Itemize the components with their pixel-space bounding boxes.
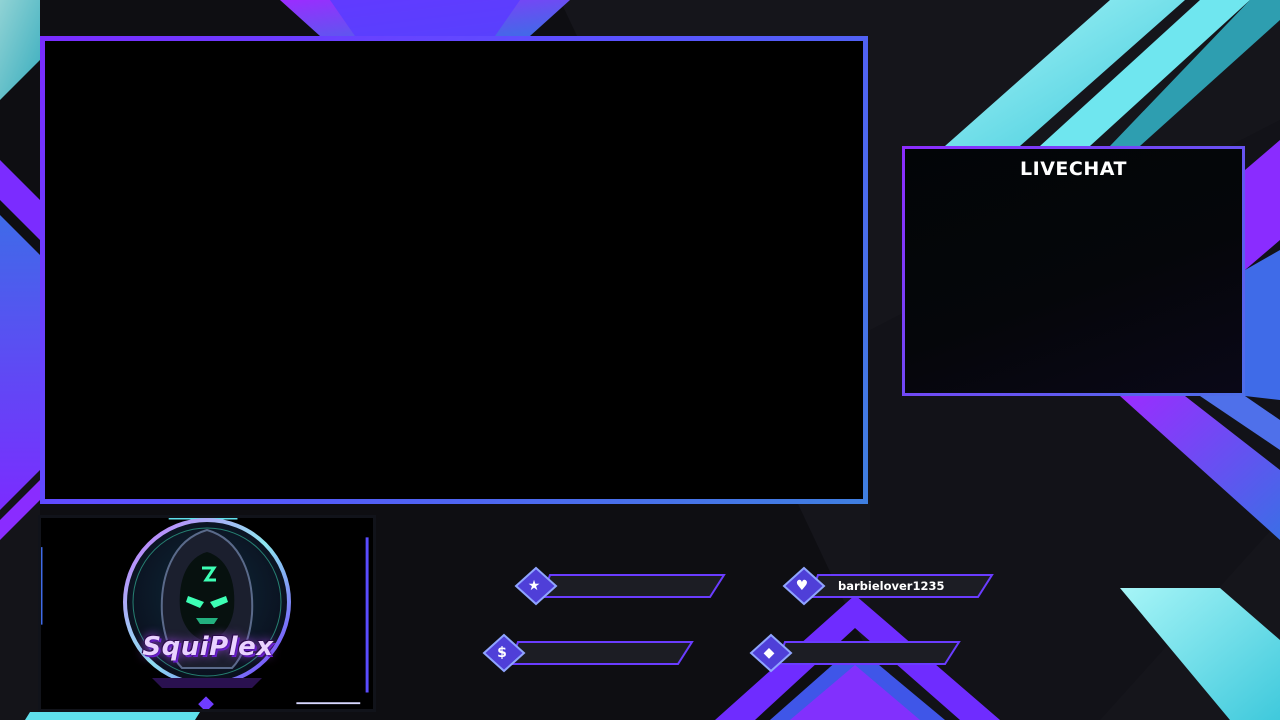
alert-bar-follower: ★ — [512, 566, 752, 606]
livechat-panel: LIVECHAT — [902, 146, 1245, 396]
hooded-figure-logo-icon — [123, 518, 291, 688]
alert-bar-background — [749, 633, 961, 673]
dollar-icon: $ — [497, 645, 507, 661]
alert-bar-background — [482, 633, 694, 673]
star-icon: ★ — [527, 578, 541, 594]
alert-bar-subscriber: ♥ barbielover1235 — [780, 566, 1020, 606]
livechat-messages-area[interactable] — [915, 189, 1232, 383]
alert-bar-cheer: ◆ — [747, 633, 987, 673]
livechat-title: LIVECHAT — [1020, 158, 1127, 180]
alert-bar-donation: $ — [480, 633, 720, 673]
alert-bar-background — [514, 566, 726, 606]
alert-value: barbielover1235 — [838, 579, 945, 593]
diamond-icon: ◆ — [763, 645, 775, 661]
brand-logo-text: SquiPlex — [142, 632, 274, 662]
heart-icon: ♥ — [795, 578, 809, 594]
gameplay-frame — [40, 36, 868, 504]
